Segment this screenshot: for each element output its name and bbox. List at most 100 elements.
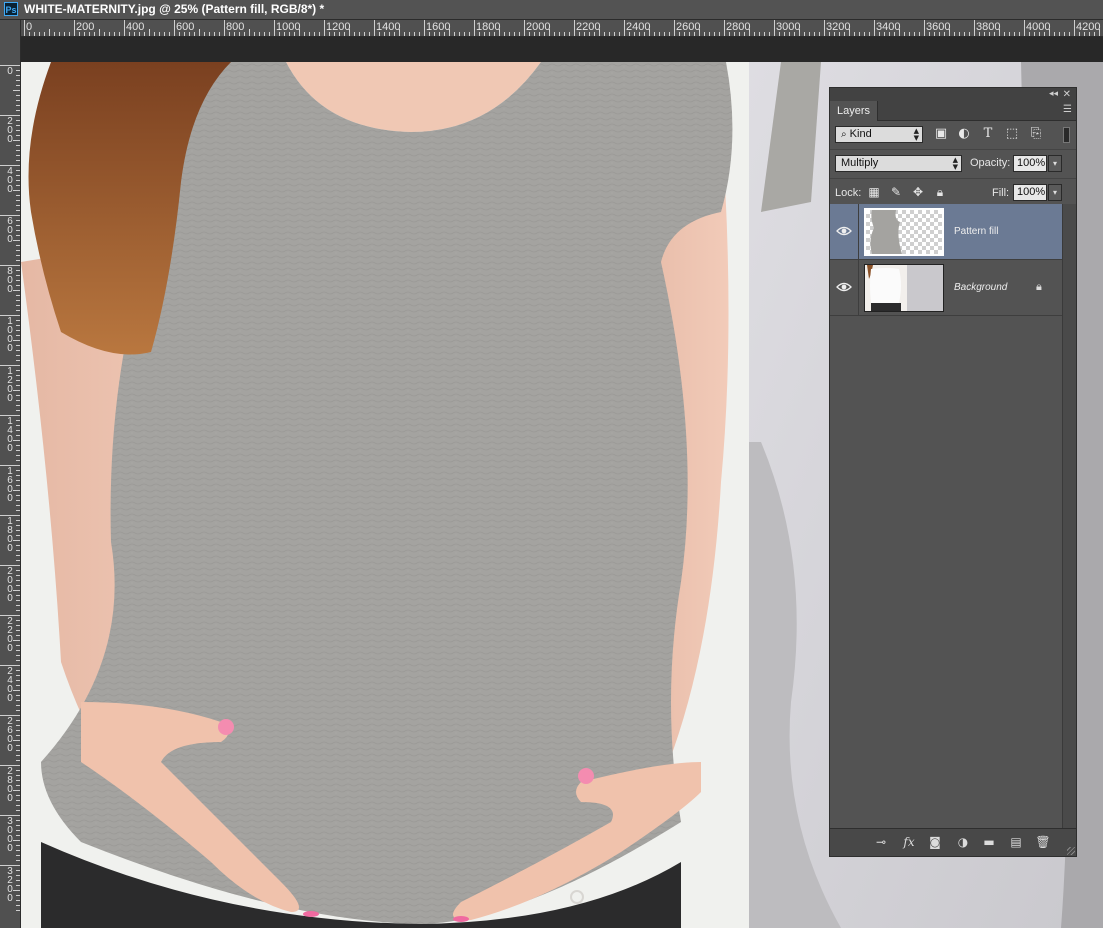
new-group-icon[interactable]: ▬ xyxy=(980,834,998,850)
layer-row-pattern-fill[interactable]: Pattern fill xyxy=(830,204,1062,260)
ruler-minor-tick xyxy=(16,175,20,176)
ruler-minor-tick xyxy=(16,375,20,376)
ruler-minor-tick xyxy=(769,32,770,36)
image-filter-icon[interactable]: ▣ xyxy=(934,127,948,141)
ruler-minor-tick xyxy=(314,32,315,36)
layer-divider xyxy=(858,260,859,316)
ruler-minor-tick xyxy=(859,32,860,36)
ruler-minor-tick xyxy=(209,32,210,36)
lock-all-icon[interactable]: 🔒︎ xyxy=(933,185,947,199)
horizontal-ruler[interactable]: 0 200 400 600 800 1000 1200 1400 1600 1800 2000 220… xyxy=(21,20,1103,37)
ruler-minor-tick xyxy=(16,430,20,431)
ruler-minor-tick xyxy=(16,670,20,671)
ruler-minor-tick xyxy=(719,32,720,36)
visibility-eye-icon[interactable] xyxy=(836,224,852,238)
ruler-minor-tick xyxy=(909,32,910,36)
ruler-minor-tick xyxy=(16,480,20,481)
ruler-minor-tick xyxy=(16,625,20,626)
visibility-eye-icon[interactable] xyxy=(836,280,852,294)
layer-name[interactable]: Pattern fill xyxy=(954,225,998,239)
ruler-label: 2600 xyxy=(676,21,701,33)
ruler-major-tick xyxy=(524,20,525,36)
ruler-major-tick xyxy=(424,20,425,36)
ruler-minor-tick xyxy=(16,905,20,906)
ruler-minor-tick xyxy=(16,335,20,336)
ruler-minor-tick xyxy=(959,32,960,36)
ruler-minor-tick xyxy=(554,32,555,36)
ruler-minor-tick xyxy=(16,860,20,861)
ruler-minor-tick xyxy=(219,32,220,36)
ruler-minor-tick xyxy=(16,585,20,586)
layer-row-background[interactable]: Background 🔒︎ xyxy=(830,260,1062,316)
ruler-minor-tick xyxy=(16,420,20,421)
ruler-minor-tick xyxy=(16,295,20,296)
collapse-panel-icon[interactable]: ◂◂ xyxy=(1049,88,1058,101)
ruler-minor-tick xyxy=(16,880,20,881)
ruler-minor-tick xyxy=(16,225,20,226)
ruler-minor-tick xyxy=(16,735,20,736)
ruler-minor-tick xyxy=(16,520,20,521)
ruler-minor-tick xyxy=(404,32,405,36)
filter-kind-dropdown[interactable]: ⌕ Kind ▲ ▼ xyxy=(835,126,923,143)
ruler-minor-tick xyxy=(154,32,155,36)
ruler-minor-tick xyxy=(254,32,255,36)
add-mask-icon[interactable]: ◙ xyxy=(926,834,944,850)
ruler-minor-tick xyxy=(16,910,20,911)
document-tab-title[interactable]: WHITE-MATERNITY.jpg @ 25% (Pattern fill,… xyxy=(24,2,324,17)
panel-resize-grip[interactable] xyxy=(1067,847,1075,855)
ruler-minor-tick xyxy=(16,135,20,136)
adjustment-layer-icon[interactable]: ◑ xyxy=(954,834,972,850)
ruler-minor-tick xyxy=(704,32,705,36)
ruler-minor-tick xyxy=(16,130,20,131)
lock-position-icon[interactable]: ✥ xyxy=(911,185,925,199)
ruler-label: 1200 xyxy=(326,21,351,33)
ruler-minor-tick xyxy=(16,795,20,796)
ruler-minor-tick xyxy=(16,460,20,461)
ruler-minor-tick xyxy=(16,320,20,321)
filter-toggle-switch[interactable] xyxy=(1063,127,1070,143)
delete-layer-icon[interactable]: 🗑︎ xyxy=(1034,834,1052,850)
blend-mode-dropdown[interactable]: Multiply ▲ ▼ xyxy=(835,155,962,172)
ruler-label: 2600 xyxy=(7,716,13,754)
ruler-minor-tick xyxy=(16,445,20,446)
opacity-slider-toggle[interactable]: ▾ xyxy=(1048,155,1062,172)
layer-thumbnail[interactable] xyxy=(864,264,944,312)
panel-menu-icon[interactable]: ☰ xyxy=(1063,104,1072,116)
link-layers-icon[interactable]: ⊸ xyxy=(872,834,890,850)
opacity-input[interactable]: 100% xyxy=(1013,155,1047,172)
vertical-ruler[interactable]: 0 200 400 600 800 1000 1200 1400 1600 1800 2000 220… xyxy=(0,62,21,928)
fill-slider-toggle[interactable]: ▾ xyxy=(1048,184,1062,201)
fx-icon[interactable]: fx xyxy=(900,834,918,850)
lock-transparent-pixels-icon[interactable]: ▦ xyxy=(867,185,881,199)
close-panel-icon[interactable]: ✕ xyxy=(1063,88,1071,101)
ruler-minor-tick xyxy=(16,70,20,71)
ruler-minor-tick xyxy=(304,32,305,36)
layer-thumbnail[interactable] xyxy=(864,208,944,256)
ruler-major-tick xyxy=(574,20,575,36)
layers-list: Pattern fill Background 🔒︎ xyxy=(830,204,1076,830)
dropdown-arrows-icon: ▲ ▼ xyxy=(952,156,958,171)
ruler-origin-corner[interactable] xyxy=(0,20,21,62)
ruler-minor-tick xyxy=(1004,32,1005,36)
layer-name[interactable]: Background xyxy=(954,281,1007,295)
ruler-major-tick xyxy=(1074,20,1075,36)
ruler-minor-tick xyxy=(16,285,20,286)
ruler-label: 400 xyxy=(126,21,145,33)
ruler-label: 3200 xyxy=(826,21,851,33)
tab-layers[interactable]: Layers xyxy=(830,101,879,121)
ruler-minor-tick xyxy=(16,75,20,76)
ruler-label: 1000 xyxy=(276,21,301,33)
adjustment-filter-icon[interactable]: ◐ xyxy=(957,127,971,141)
type-filter-icon[interactable]: T xyxy=(981,127,995,141)
fill-input[interactable]: 100% xyxy=(1013,184,1047,201)
ruler-minor-tick xyxy=(16,270,20,271)
shape-filter-icon[interactable]: ⬚ xyxy=(1005,127,1019,141)
ruler-minor-tick xyxy=(16,830,20,831)
layers-scrollbar[interactable] xyxy=(1062,204,1076,830)
smart-object-filter-icon[interactable]: ⎘ xyxy=(1029,127,1043,141)
lock-image-pixels-icon[interactable]: ✎ xyxy=(889,185,903,199)
new-layer-icon[interactable]: ▤ xyxy=(1007,834,1025,850)
ruler-minor-tick xyxy=(16,350,20,351)
filter-kind-label: Kind xyxy=(849,128,872,140)
ruler-minor-tick xyxy=(16,255,20,256)
